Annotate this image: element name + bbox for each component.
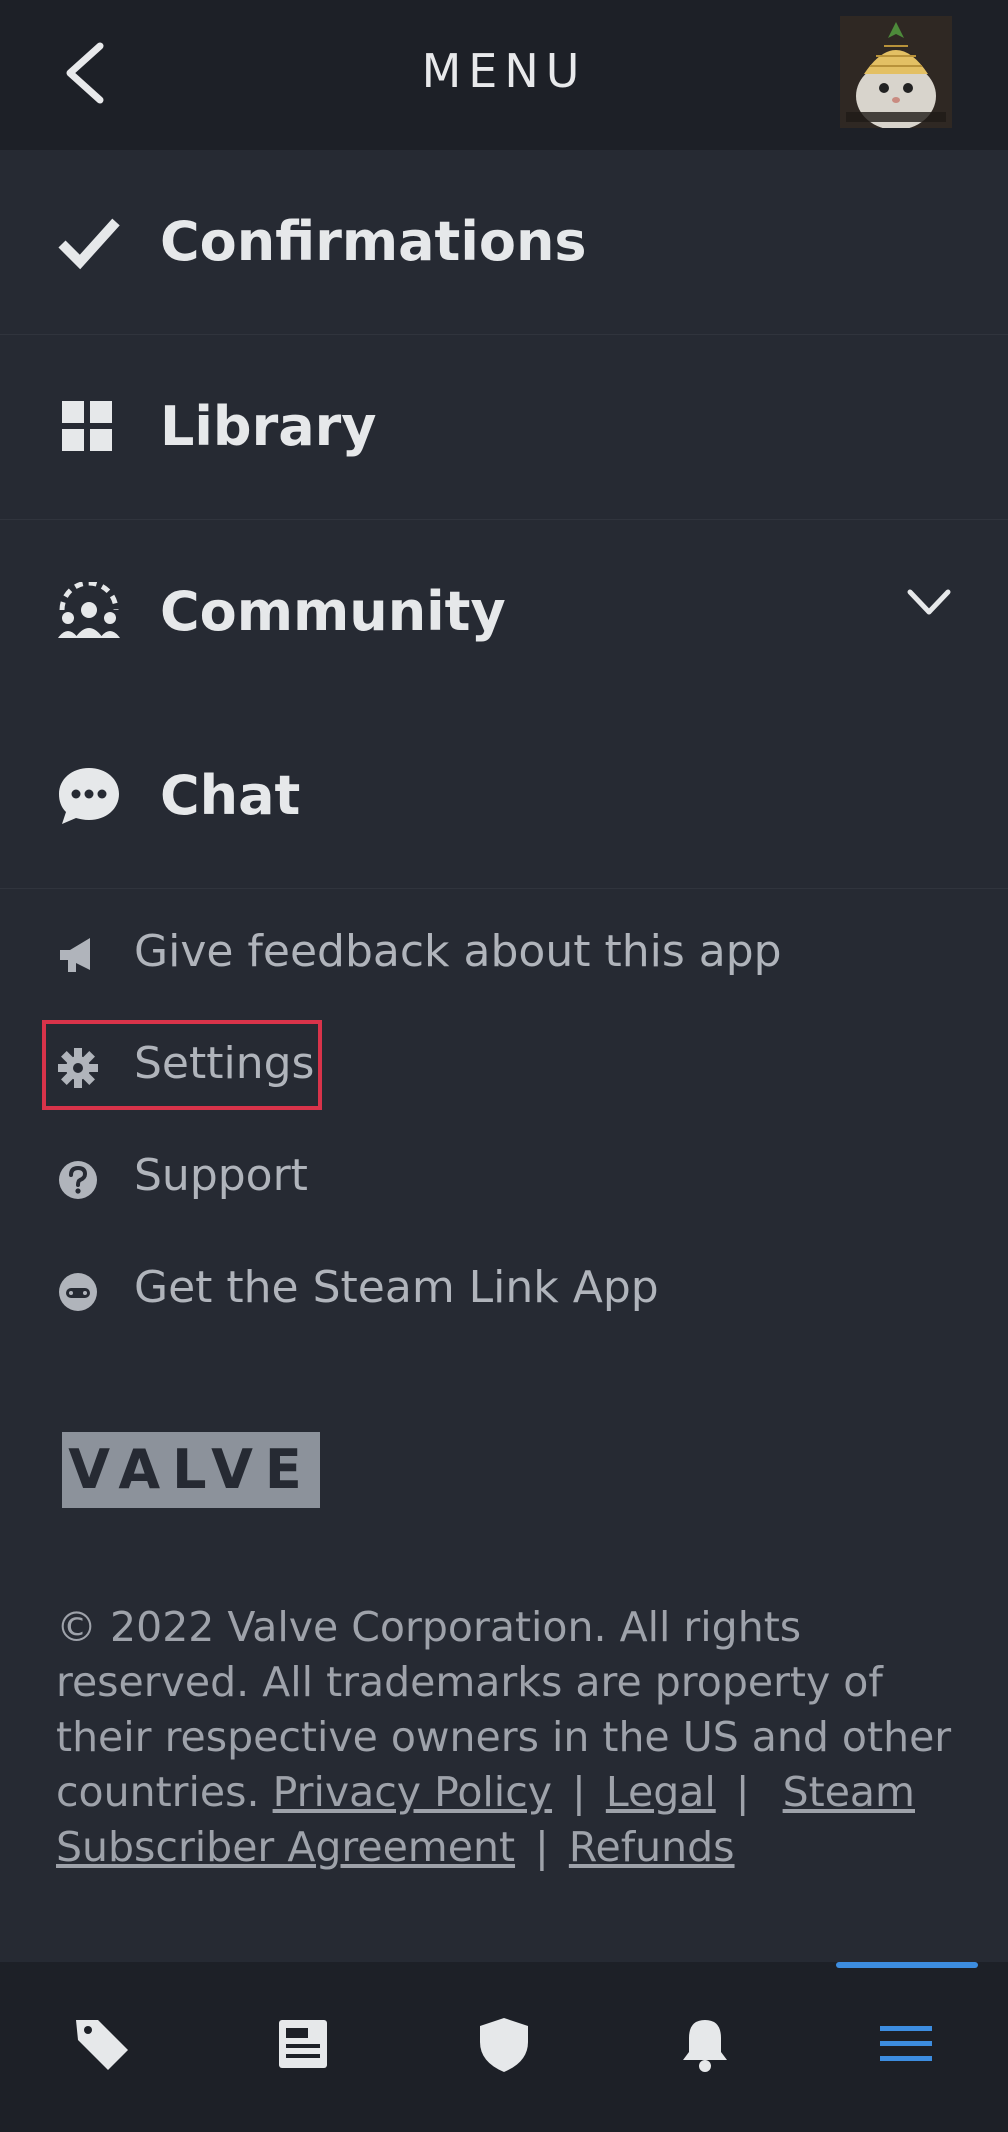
legal-text-block: © 2022 Valve Corporation. All rights res…	[56, 1600, 956, 1875]
community-icon	[58, 582, 120, 638]
menu-item-support[interactable]: Support	[56, 1136, 856, 1216]
menu-item-label: Give feedback about this app	[134, 926, 782, 977]
separator: |	[735, 1768, 750, 1816]
menu-item-label: Community	[160, 580, 506, 643]
tab-menu[interactable]	[804, 1962, 1005, 2132]
news-icon	[279, 2020, 327, 2068]
shield-icon	[480, 2018, 528, 2072]
bell-icon	[683, 2020, 727, 2072]
tab-security[interactable]	[402, 1962, 603, 2132]
separator: |	[572, 1768, 586, 1816]
separator: |	[535, 1823, 549, 1871]
tab-news[interactable]	[201, 1962, 402, 2132]
tab-store[interactable]	[0, 1962, 201, 2132]
chat-bubble-icon	[59, 768, 119, 824]
main-menu: Confirmations Library Community Chat	[0, 150, 1008, 889]
bottom-nav	[0, 1962, 1008, 2132]
top-bar: MENU	[0, 0, 1008, 150]
menu-item-library[interactable]: Library	[0, 335, 1008, 520]
menu-item-confirmations[interactable]: Confirmations	[0, 150, 1008, 335]
menu-item-label: Chat	[160, 764, 301, 827]
menu-item-chat[interactable]: Chat	[0, 704, 1008, 889]
store-tag-icon	[76, 2020, 128, 2070]
avatar[interactable]	[840, 16, 952, 128]
cat-avatar-image	[840, 16, 952, 128]
settings-highlight-box	[42, 1020, 322, 1110]
refunds-link[interactable]: Refunds	[569, 1823, 735, 1871]
menu-item-label: Library	[160, 395, 377, 458]
menu-item-community[interactable]: Community	[0, 520, 1008, 704]
legal-link[interactable]: Legal	[606, 1768, 716, 1816]
menu-item-label: Support	[134, 1150, 308, 1201]
menu-item-label: Confirmations	[160, 210, 587, 273]
chevron-down-icon[interactable]	[904, 582, 954, 622]
menu-item-label: Get the Steam Link App	[134, 1262, 659, 1313]
menu-item-steam-link[interactable]: Get the Steam Link App	[56, 1248, 856, 1328]
privacy-policy-link[interactable]: Privacy Policy	[273, 1768, 552, 1816]
active-tab-indicator	[836, 1962, 978, 1968]
tab-notifications[interactable]	[603, 1962, 804, 2132]
valve-logo: VALVE	[62, 1432, 320, 1508]
megaphone-icon	[60, 938, 90, 972]
menu-item-feedback[interactable]: Give feedback about this app	[56, 912, 856, 992]
checkmark-icon	[58, 218, 120, 270]
grid-icon	[62, 401, 112, 451]
hamburger-menu-icon	[880, 2026, 932, 2061]
gamepad-icon	[59, 1273, 97, 1311]
question-icon	[59, 1161, 97, 1199]
